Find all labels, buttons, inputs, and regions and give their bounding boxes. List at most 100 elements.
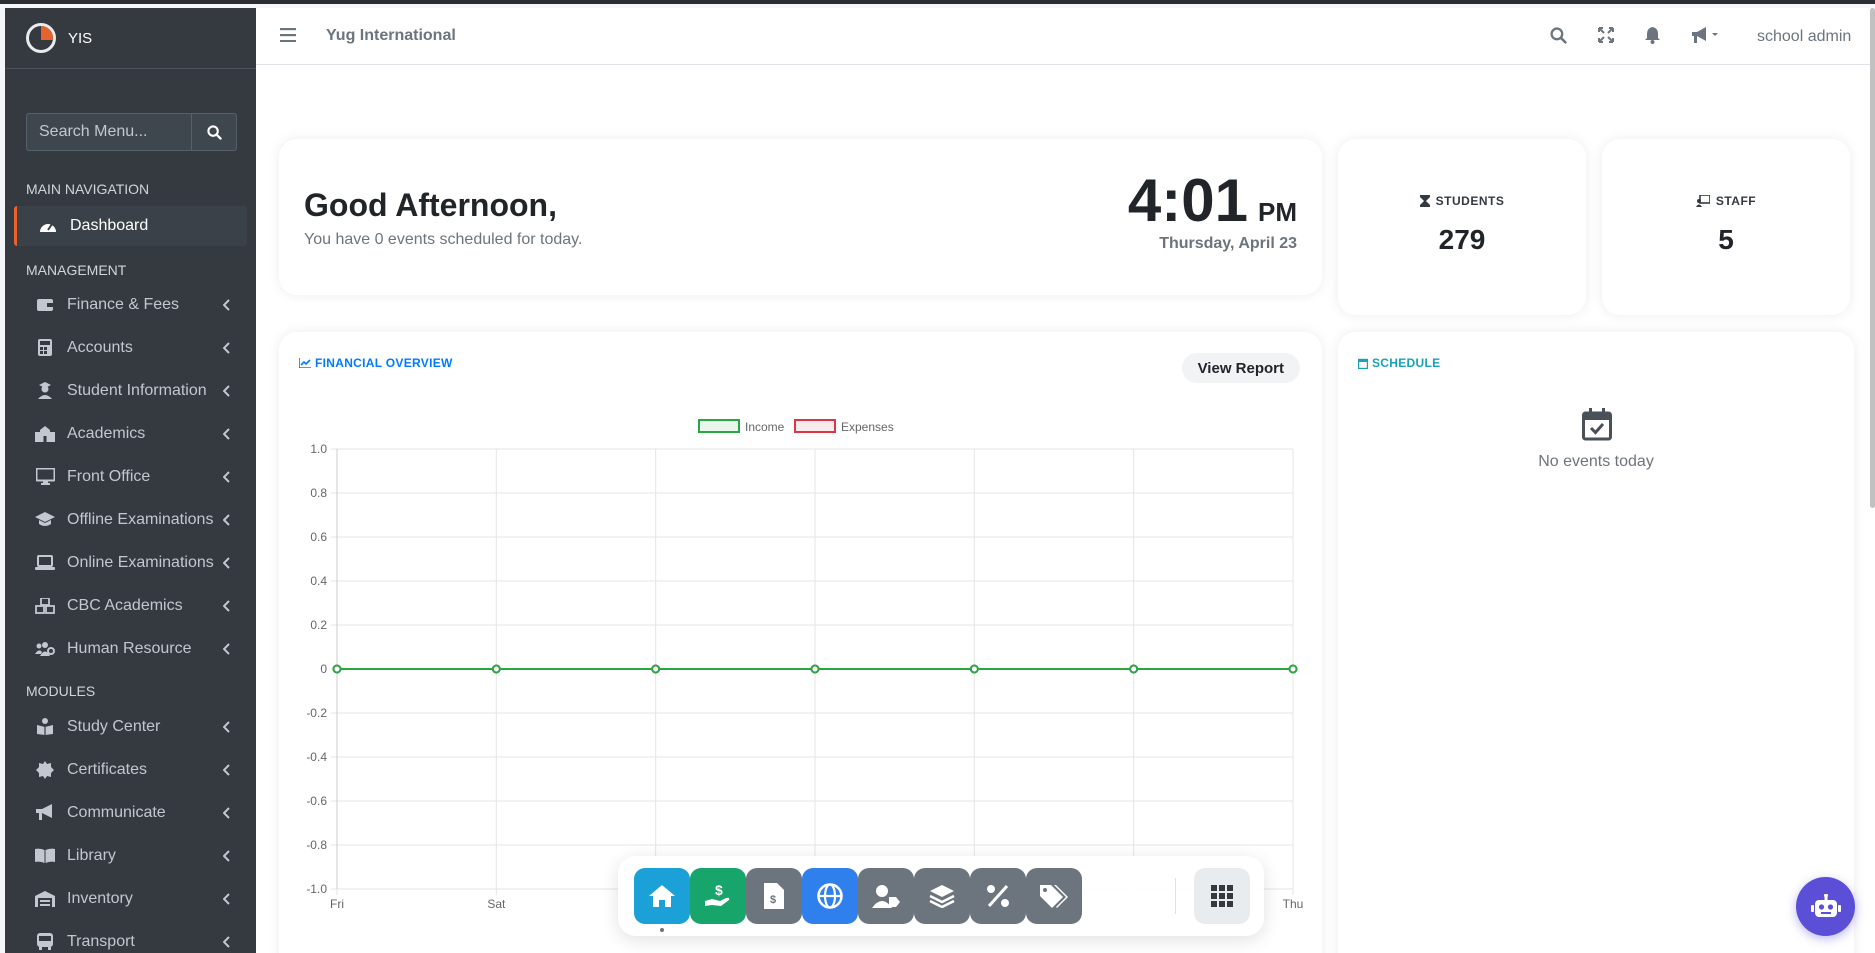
y-tick-label: -0.6	[306, 794, 327, 808]
sidebar-item-student-information[interactable]: Student Information	[5, 369, 256, 412]
y-tick-label: 0.2	[310, 618, 327, 632]
fullscreen-icon[interactable]	[1598, 27, 1614, 43]
schedule-title: SCHEDULE	[1358, 356, 1440, 370]
brand[interactable]: YIS	[5, 8, 256, 69]
staff-count: 5	[1718, 224, 1734, 255]
y-tick-label: 0	[320, 662, 327, 676]
hand-holding-dollar-icon: $	[705, 883, 730, 906]
data-point-income	[1288, 664, 1298, 674]
greeting-title: Good Afternoon,	[304, 187, 557, 223]
sidebar-item-finance-fees[interactable]: Finance & Fees	[5, 283, 256, 326]
chalkboard-teacher-icon	[1695, 195, 1710, 207]
user-menu[interactable]: school admin	[1757, 28, 1851, 46]
dock-online-button[interactable]	[802, 868, 858, 924]
sidebar-item-accounts[interactable]: Accounts	[5, 326, 256, 369]
percent-icon	[987, 884, 1009, 908]
sidebar-item-inventory[interactable]: Inventory	[5, 877, 256, 920]
data-point-income	[332, 664, 342, 674]
dock-invoice-button[interactable]: $	[746, 868, 802, 924]
y-tick-label: -1.0	[306, 882, 327, 896]
data-point-income	[810, 664, 820, 674]
legend-swatch-income	[698, 419, 740, 433]
bell-icon[interactable]	[1645, 27, 1660, 44]
sidebar-item-transport[interactable]: Transport	[5, 920, 256, 953]
sidebar-item-certificates[interactable]: Certificates	[5, 748, 256, 791]
sidebar-item-library[interactable]: Library	[5, 834, 256, 877]
staff-stat-card[interactable]: STAFF 5	[1602, 139, 1850, 315]
sidebar-item-label: CBC Academics	[67, 596, 183, 614]
chevron-left-icon	[223, 935, 230, 948]
sidebar-item-front-office[interactable]: Front Office	[5, 455, 256, 498]
chevron-left-icon	[223, 599, 230, 612]
dock-apps-button[interactable]	[1194, 868, 1250, 924]
sidebar-item-label: Library	[67, 846, 116, 864]
data-point-income	[969, 664, 979, 674]
search-icon[interactable]	[1550, 27, 1567, 44]
students-label-text: STUDENTS	[1435, 194, 1505, 208]
nav-header-modules: MODULES	[26, 683, 96, 699]
sidebar-item-study-center[interactable]: Study Center	[5, 705, 256, 748]
tachometer-icon	[38, 217, 58, 235]
clock-time: 4:01 PM	[1128, 171, 1297, 231]
tags-icon	[1040, 885, 1068, 908]
svg-text:$: $	[770, 894, 776, 906]
school-name[interactable]: Yug International	[326, 27, 456, 45]
quick-access-dock: $ $	[618, 856, 1264, 936]
chevron-left-icon	[223, 849, 230, 862]
robot-icon	[1810, 893, 1841, 917]
sidebar-item-online-examinations[interactable]: Online Examinations	[5, 541, 256, 584]
sidebar-item-cbc-academics[interactable]: CBC Academics	[5, 584, 256, 627]
schedule-title-text: SCHEDULE	[1372, 356, 1441, 370]
students-stat-card[interactable]: STUDENTS 279	[1338, 139, 1586, 315]
globe-icon	[817, 883, 843, 909]
sidebar-item-offline-examinations[interactable]: Offline Examinations	[5, 498, 256, 541]
chevron-left-icon	[223, 642, 230, 655]
sidebar-item-label: Offline Examinations	[67, 510, 214, 528]
view-report-button[interactable]: View Report	[1181, 353, 1300, 383]
page-scrollbar[interactable]	[1870, 8, 1875, 508]
sidebar-item-dashboard[interactable]: Dashboard	[14, 206, 247, 246]
bus-icon	[35, 933, 55, 951]
user-tag-icon	[872, 885, 900, 908]
nav-header-management: MANAGEMENT	[26, 262, 127, 278]
data-point-income	[1129, 664, 1139, 674]
user-graduate-icon	[35, 382, 55, 400]
greeting-card: Good Afternoon, You have 0 events schedu…	[279, 139, 1322, 295]
warehouse-icon	[35, 890, 55, 908]
svg-text:$: $	[715, 883, 723, 898]
sidebar-item-label: Dashboard	[70, 217, 149, 234]
dock-percent-button[interactable]	[970, 868, 1026, 924]
dock-layers-button[interactable]	[914, 868, 970, 924]
schedule-card: SCHEDULE No events today	[1338, 332, 1854, 953]
data-point-income	[491, 664, 501, 674]
home-icon	[649, 885, 675, 907]
bullhorn-icon[interactable]	[1691, 27, 1721, 44]
sidebar-item-label: Finance & Fees	[67, 295, 180, 313]
dock-home-button[interactable]	[634, 868, 690, 924]
sidebar-item-academics[interactable]: Academics	[5, 412, 256, 455]
students-stat-label: STUDENTS	[1338, 194, 1586, 208]
dock-tags-button[interactable]	[1026, 868, 1082, 924]
sidebar-item-communicate[interactable]: Communicate	[5, 791, 256, 834]
y-tick-label: 1.0	[310, 442, 327, 456]
chevron-left-icon	[223, 763, 230, 776]
x-tick-label: Thu	[1283, 897, 1304, 911]
search-menu-button[interactable]	[192, 113, 237, 151]
hamburger-menu-icon[interactable]	[280, 28, 296, 42]
graduation-cap-icon	[35, 511, 55, 529]
search-menu-input[interactable]	[26, 113, 192, 151]
clock-ampm: PM	[1258, 197, 1297, 227]
dock-fees-button[interactable]: $	[690, 868, 746, 924]
staff-stat-label: STAFF	[1602, 194, 1850, 208]
chevron-left-icon	[223, 298, 230, 311]
chatbot-button[interactable]	[1796, 877, 1855, 936]
sidebar-item-label: Online Examinations	[67, 553, 214, 571]
sidebar-item-human-resource[interactable]: Human Resource	[5, 627, 256, 670]
sidebar-item-label: Communicate	[67, 803, 166, 821]
book-reader-icon	[35, 718, 55, 736]
grid-apps-icon	[1211, 885, 1233, 907]
chevron-left-icon	[223, 556, 230, 569]
dock-user-tag-button[interactable]	[858, 868, 914, 924]
sidebar-item-label: Human Resource	[67, 639, 192, 657]
laptop-icon	[35, 554, 55, 572]
